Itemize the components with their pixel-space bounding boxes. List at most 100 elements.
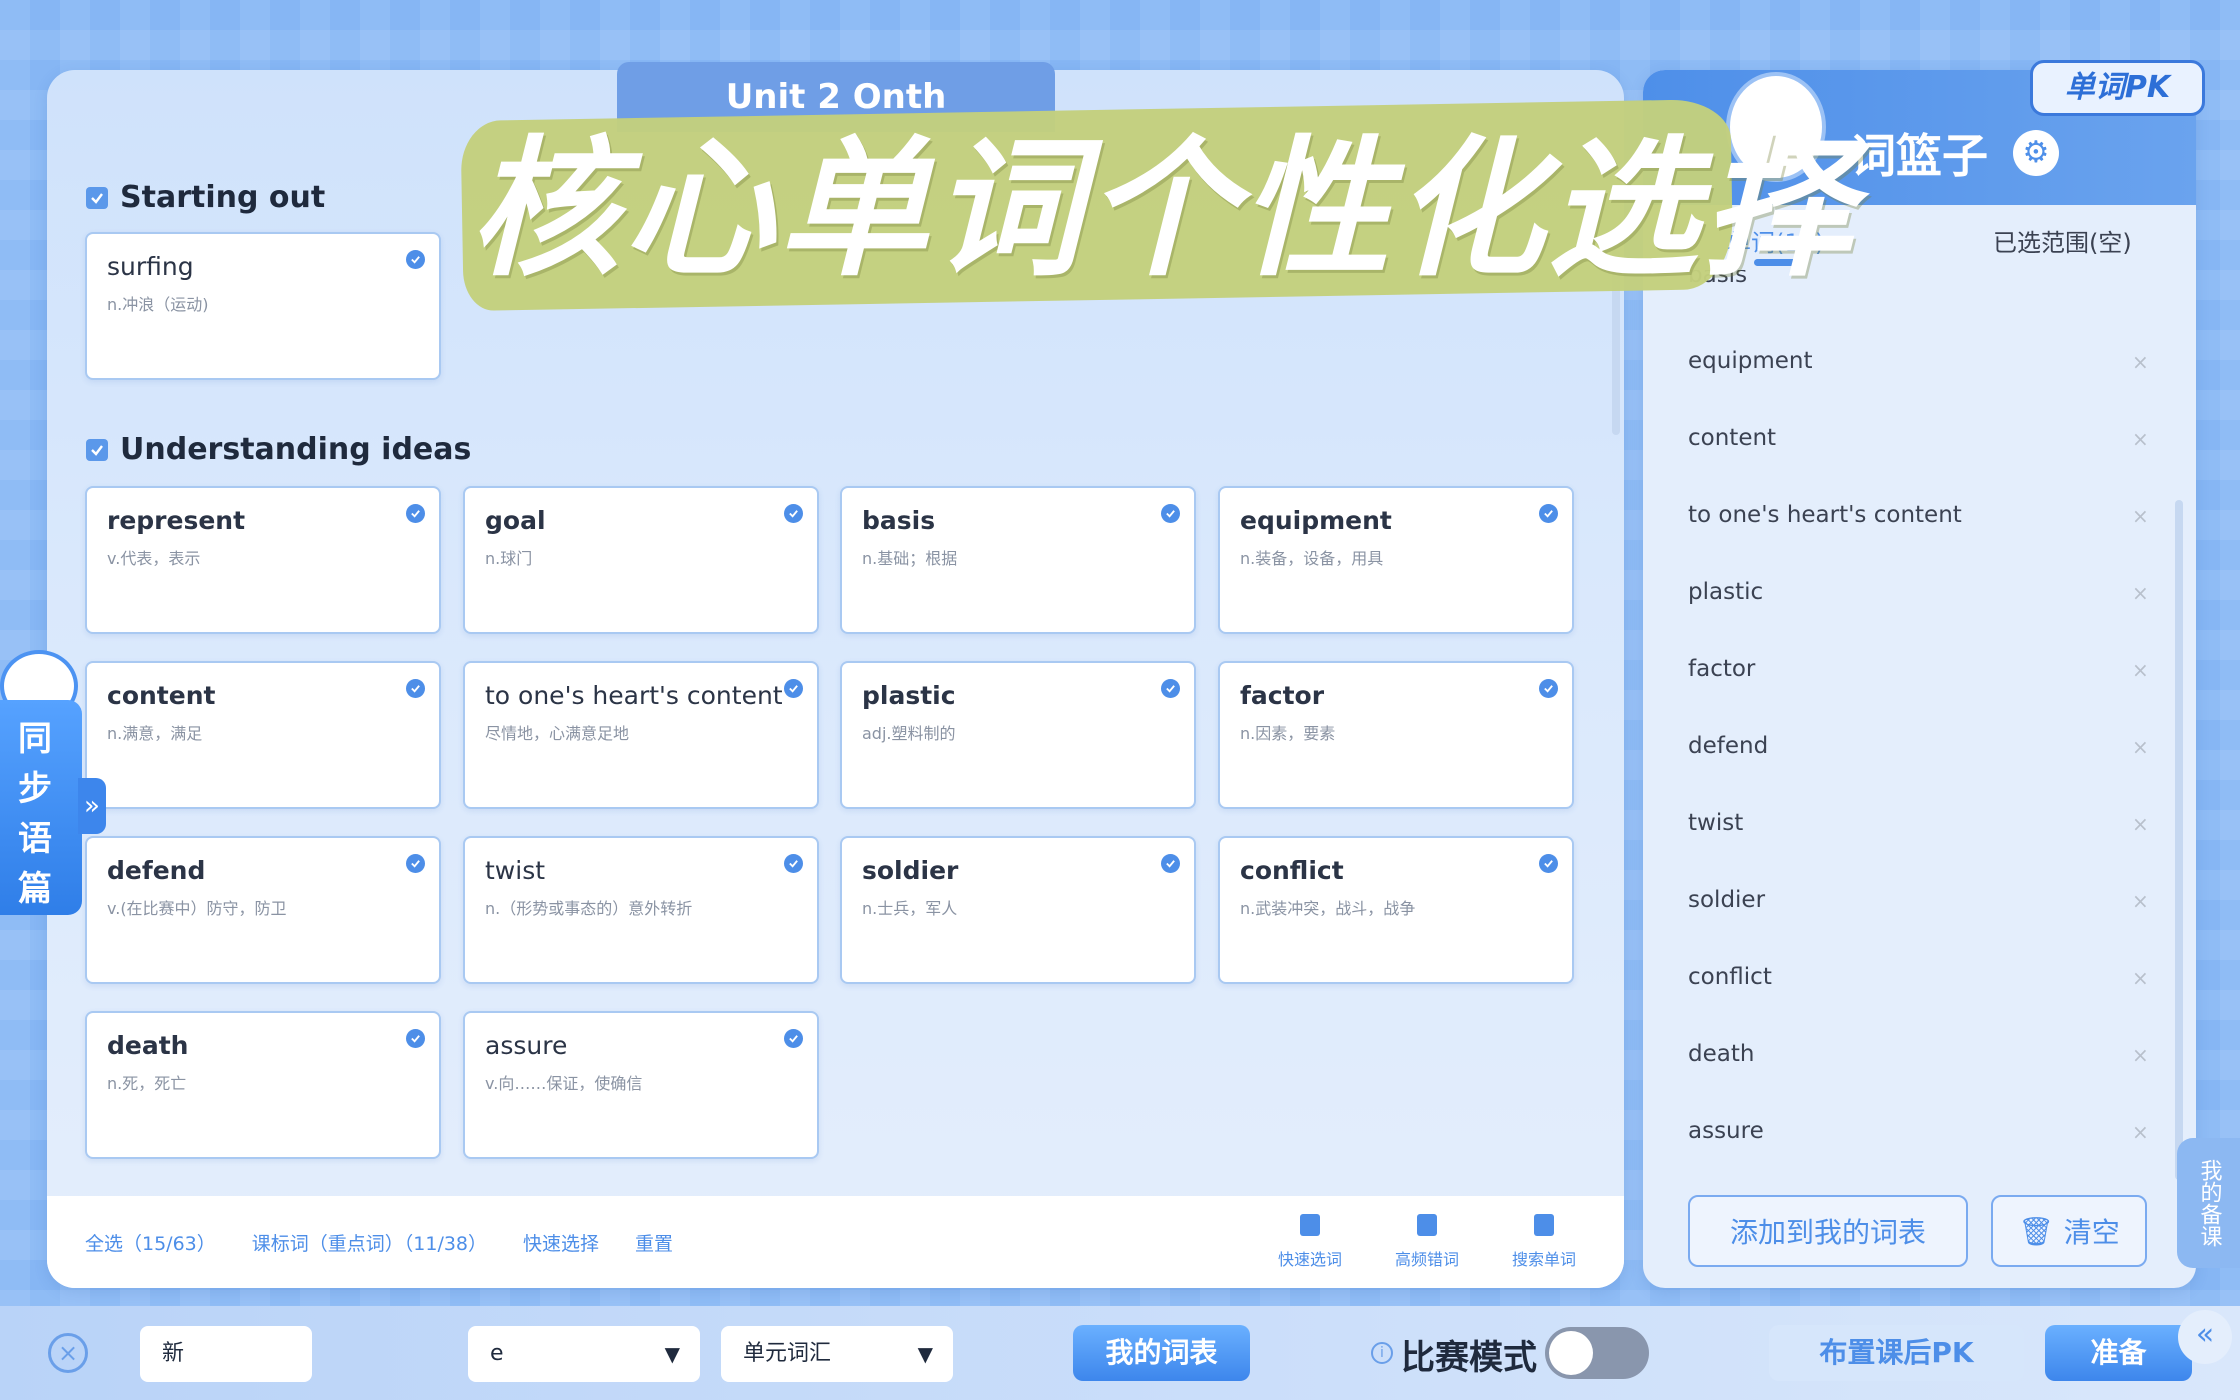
gear-icon[interactable]: ⚙ [2013,130,2059,176]
remove-icon[interactable]: × [2132,427,2149,451]
word-card[interactable]: goal n.球门 [463,486,819,634]
remove-icon[interactable]: × [2132,1043,2149,1067]
close-icon[interactable]: × [48,1333,88,1373]
check-icon[interactable] [1539,854,1558,873]
textbook-select[interactable]: 新 [140,1326,312,1382]
word-text: conflict [1240,856,1344,885]
check-icon[interactable] [1161,854,1180,873]
remove-icon[interactable]: × [2132,812,2149,836]
word-card[interactable]: content n.满意，满足 [85,661,441,809]
check-icon[interactable] [1539,504,1558,523]
check-icon[interactable] [784,854,803,873]
quick-pick-tool[interactable]: 快速选词 [1260,1214,1360,1270]
word-text: soldier [862,856,959,885]
word-text: goal [485,506,546,535]
word-card[interactable]: plastic adj.塑料制的 [840,661,1196,809]
word-text: represent [107,506,246,535]
basket-item[interactable]: factor [1688,656,1755,682]
basket-item[interactable]: content [1688,425,1776,451]
check-icon[interactable] [406,504,425,523]
basket-item[interactable]: conflict [1688,964,1772,990]
remove-icon[interactable]: × [2132,581,2149,605]
check-icon[interactable] [1161,504,1180,523]
check-icon[interactable] [406,250,425,269]
basket-item[interactable]: to one's heart's content [1688,502,1962,528]
search-doc-icon [1534,1214,1554,1236]
remove-icon[interactable]: × [2132,966,2149,990]
word-card[interactable]: soldier n.士兵，军人 [840,836,1196,984]
basket-scrollbar[interactable] [2175,500,2183,1180]
basket-item[interactable]: soldier [1688,887,1765,913]
basket-item[interactable]: assure [1688,1118,1764,1144]
word-card[interactable]: assure v.向……保证，使确信 [463,1011,819,1159]
check-icon[interactable] [784,679,803,698]
word-definition: v.代表，表示 [107,549,201,568]
basket-item[interactable]: twist [1688,810,1743,836]
select-all-link[interactable]: 全选（15/63） [85,1229,216,1256]
word-card[interactable]: defend v.(在比赛中）防守，防卫 [85,836,441,984]
check-icon[interactable] [1161,679,1180,698]
word-card[interactable]: conflict n.武装冲突，战斗，战争 [1218,836,1574,984]
word-text: content [107,681,216,710]
search-word-tool[interactable]: 搜索单词 [1494,1214,1594,1270]
word-card[interactable]: represent v.代表，表示 [85,486,441,634]
section-header-understanding-ideas[interactable]: Understanding ideas [86,432,471,467]
word-text: basis [862,506,936,535]
double-chevron-right-icon[interactable]: » [78,778,106,834]
check-icon[interactable] [784,504,803,523]
double-chevron-left-icon[interactable]: « [2178,1310,2232,1364]
remove-icon[interactable]: × [2132,735,2149,759]
unit-select[interactable]: e ▼ [468,1326,700,1382]
word-definition: adj.塑料制的 [862,724,956,743]
remove-icon[interactable]: × [2132,350,2149,374]
remove-icon[interactable]: × [2132,1120,2149,1144]
section-title: Starting out [120,180,326,215]
curriculum-words-link[interactable]: 课标词（重点词）（11/38） [252,1229,487,1256]
toggle-knob [1549,1331,1593,1375]
word-card[interactable]: to one's heart's content 尽情地，心满意足地 [463,661,819,809]
word-text: defend [107,856,206,885]
remove-icon[interactable]: × [2132,889,2149,913]
remove-icon[interactable]: × [2132,658,2149,682]
basket-item[interactable]: defend [1688,733,1768,759]
word-text: equipment [1240,506,1392,535]
section-checkbox[interactable] [86,186,108,209]
check-icon[interactable] [406,1029,425,1048]
check-icon[interactable] [1539,679,1558,698]
check-icon[interactable] [406,679,425,698]
word-definition: n.装备，设备，用具 [1240,549,1384,568]
word-card[interactable]: equipment n.装备，设备，用具 [1218,486,1574,634]
info-icon[interactable]: i [1371,1342,1393,1364]
vocab-type-select[interactable]: 单元词汇 ▼ [721,1326,953,1382]
sync-passage-tab[interactable]: 同步语篇 [0,700,82,915]
remove-icon[interactable]: × [2132,504,2149,528]
trash-icon: 🗑 [2018,1214,2054,1248]
add-to-my-list-button[interactable]: 添加到我的词表 [1688,1195,1968,1267]
word-card[interactable]: death n.死，死亡 [85,1011,441,1159]
tab-selected-range[interactable]: 已选范围(空) [1993,223,2132,258]
word-card[interactable]: factor n.因素，要素 [1218,661,1574,809]
check-icon[interactable] [406,854,425,873]
my-lesson-prep-tab[interactable]: 我的备课 [2177,1138,2240,1268]
ready-button[interactable]: 准备 [2045,1325,2192,1381]
basket-item[interactable]: equipment [1688,348,1812,374]
reset-link[interactable]: 重置 [635,1229,673,1256]
word-definition: v.(在比赛中）防守，防卫 [107,899,287,918]
my-word-list-button[interactable]: 我的词表 [1073,1325,1250,1381]
basket-item[interactable]: plastic [1688,579,1763,605]
clear-button[interactable]: 🗑 清空 [1991,1195,2147,1267]
word-card[interactable]: basis n.基础；根据 [840,486,1196,634]
section-checkbox[interactable] [86,438,108,461]
check-icon[interactable] [784,1029,803,1048]
quick-select-link[interactable]: 快速选择 [523,1229,599,1256]
word-text: plastic [862,681,956,710]
section-header-starting-out[interactable]: Starting out [86,180,325,215]
assign-pk-button[interactable]: 布置课后PK [1769,1325,2024,1381]
frequent-errors-tool[interactable]: 高频错词 [1377,1214,1477,1270]
caret-down-icon: ▼ [664,1342,680,1366]
word-pk-badge[interactable]: 单词PK [2030,60,2205,116]
word-card[interactable]: surfing n.冲浪（运动) [85,232,441,380]
word-text: twist [485,856,546,885]
word-card[interactable]: twist n.（形势或事态的）意外转折 [463,836,819,984]
basket-item[interactable]: death [1688,1041,1754,1067]
